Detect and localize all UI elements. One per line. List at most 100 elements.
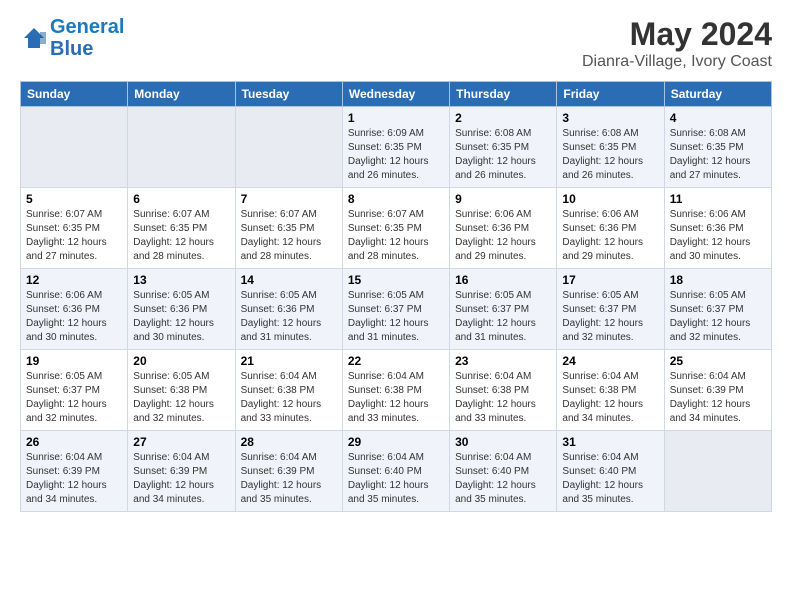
calendar-cell: 6Sunrise: 6:07 AM Sunset: 6:35 PM Daylig… [128, 188, 235, 269]
day-info: Sunrise: 6:06 AM Sunset: 6:36 PM Dayligh… [670, 208, 766, 264]
day-info: Sunrise: 6:04 AM Sunset: 6:39 PM Dayligh… [670, 370, 766, 426]
day-number: 29 [348, 435, 444, 449]
day-number: 17 [562, 273, 658, 287]
calendar-cell: 11 Sunrise: 6:06 AM Sunset: 6:36 PM Dayli… [664, 188, 771, 269]
calendar-cell: 30 Sunrise: 6:04 AM Sunset: 6:40 PM Dayli… [450, 431, 557, 512]
day-info: Sunrise: 6:04 AM Sunset: 6:39 PM Dayligh… [241, 451, 337, 507]
calendar-cell: 24Sunrise: 6:04 AM Sunset: 6:38 PM Dayli… [557, 350, 664, 431]
calendar-cell: 21 Sunrise: 6:04 AM Sunset: 6:38 PM Dayli… [235, 350, 342, 431]
day-number: 30 [455, 435, 551, 449]
day-info: Sunrise: 6:04 AM Sunset: 6:39 PM Dayligh… [26, 451, 122, 507]
day-info: Sunrise: 6:07 AM Sunset: 6:35 PM Dayligh… [241, 208, 337, 264]
calendar-cell: 29 Sunrise: 6:04 AM Sunset: 6:40 PM Dayli… [342, 431, 449, 512]
day-info: Sunrise: 6:09 AM Sunset: 6:35 PM Dayligh… [348, 127, 444, 183]
day-info: Sunrise: 6:06 AM Sunset: 6:36 PM Dayligh… [455, 208, 551, 264]
day-number: 2 [455, 111, 551, 125]
day-number: 3 [562, 111, 658, 125]
day-number: 22 [348, 354, 444, 368]
day-info: Sunrise: 6:04 AM Sunset: 6:40 PM Dayligh… [348, 451, 444, 507]
header-cell-friday: Friday [557, 82, 664, 107]
calendar-cell: 10 Sunrise: 6:06 AM Sunset: 6:36 PM Dayli… [557, 188, 664, 269]
calendar-cell: 26 Sunrise: 6:04 AM Sunset: 6:39 PM Dayli… [21, 431, 128, 512]
day-info: Sunrise: 6:04 AM Sunset: 6:38 PM Dayligh… [455, 370, 551, 426]
calendar-cell: 7Sunrise: 6:07 AM Sunset: 6:35 PM Daylig… [235, 188, 342, 269]
day-number: 16 [455, 273, 551, 287]
day-info: Sunrise: 6:05 AM Sunset: 6:37 PM Dayligh… [26, 370, 122, 426]
header-cell-saturday: Saturday [664, 82, 771, 107]
day-info: Sunrise: 6:05 AM Sunset: 6:37 PM Dayligh… [562, 289, 658, 345]
calendar-cell: 15Sunrise: 6:05 AM Sunset: 6:37 PM Dayli… [342, 269, 449, 350]
week-row-1: 5Sunrise: 6:07 AM Sunset: 6:35 PM Daylig… [21, 188, 772, 269]
calendar-cell: 9 Sunrise: 6:06 AM Sunset: 6:36 PM Daylig… [450, 188, 557, 269]
header-cell-sunday: Sunday [21, 82, 128, 107]
day-info: Sunrise: 6:05 AM Sunset: 6:37 PM Dayligh… [670, 289, 766, 345]
day-info: Sunrise: 6:06 AM Sunset: 6:36 PM Dayligh… [26, 289, 122, 345]
calendar-cell: 19Sunrise: 6:05 AM Sunset: 6:37 PM Dayli… [21, 350, 128, 431]
title-block: May 2024 Dianra-Village, Ivory Coast [582, 16, 772, 71]
day-number: 11 [670, 192, 766, 206]
day-info: Sunrise: 6:04 AM Sunset: 6:39 PM Dayligh… [133, 451, 229, 507]
calendar-cell: 17 Sunrise: 6:05 AM Sunset: 6:37 PM Dayli… [557, 269, 664, 350]
day-number: 4 [670, 111, 766, 125]
day-number: 31 [562, 435, 658, 449]
day-info: Sunrise: 6:05 AM Sunset: 6:38 PM Dayligh… [133, 370, 229, 426]
calendar-cell: 8Sunrise: 6:07 AM Sunset: 6:35 PM Daylig… [342, 188, 449, 269]
header-cell-wednesday: Wednesday [342, 82, 449, 107]
calendar-cell: 28 Sunrise: 6:04 AM Sunset: 6:39 PM Dayli… [235, 431, 342, 512]
logo-line2: Blue [50, 38, 93, 60]
day-number: 26 [26, 435, 122, 449]
header-cell-tuesday: Tuesday [235, 82, 342, 107]
logo-icon [20, 24, 48, 52]
calendar-cell: 16 Sunrise: 6:05 AM Sunset: 6:37 PM Dayli… [450, 269, 557, 350]
day-info: Sunrise: 6:05 AM Sunset: 6:36 PM Dayligh… [241, 289, 337, 345]
week-row-3: 19Sunrise: 6:05 AM Sunset: 6:37 PM Dayli… [21, 350, 772, 431]
week-row-2: 12 Sunrise: 6:06 AM Sunset: 6:36 PM Dayli… [21, 269, 772, 350]
day-info: Sunrise: 6:08 AM Sunset: 6:35 PM Dayligh… [455, 127, 551, 183]
calendar-table: SundayMondayTuesdayWednesdayThursdayFrid… [20, 81, 772, 512]
header: General Blue May 2024 Dianra-Village, Iv… [20, 16, 772, 71]
day-info: Sunrise: 6:08 AM Sunset: 6:35 PM Dayligh… [562, 127, 658, 183]
day-number: 1 [348, 111, 444, 125]
calendar-cell [235, 107, 342, 188]
calendar-cell: 4 Sunrise: 6:08 AM Sunset: 6:35 PM Daylig… [664, 107, 771, 188]
day-info: Sunrise: 6:05 AM Sunset: 6:36 PM Dayligh… [133, 289, 229, 345]
calendar-cell: 25Sunrise: 6:04 AM Sunset: 6:39 PM Dayli… [664, 350, 771, 431]
page: General Blue May 2024 Dianra-Village, Iv… [0, 0, 792, 522]
day-number: 23 [455, 354, 551, 368]
day-number: 21 [241, 354, 337, 368]
day-number: 10 [562, 192, 658, 206]
calendar-cell: 22Sunrise: 6:04 AM Sunset: 6:38 PM Dayli… [342, 350, 449, 431]
calendar-cell [128, 107, 235, 188]
calendar-cell [21, 107, 128, 188]
day-info: Sunrise: 6:06 AM Sunset: 6:36 PM Dayligh… [562, 208, 658, 264]
calendar-cell: 23 Sunrise: 6:04 AM Sunset: 6:38 PM Dayli… [450, 350, 557, 431]
day-number: 12 [26, 273, 122, 287]
day-number: 20 [133, 354, 229, 368]
calendar-cell: 18 Sunrise: 6:05 AM Sunset: 6:37 PM Dayli… [664, 269, 771, 350]
calendar-cell: 31 Sunrise: 6:04 AM Sunset: 6:40 PM Dayli… [557, 431, 664, 512]
calendar-cell: 14 Sunrise: 6:05 AM Sunset: 6:36 PM Dayli… [235, 269, 342, 350]
header-cell-monday: Monday [128, 82, 235, 107]
week-row-0: 1 Sunrise: 6:09 AM Sunset: 6:35 PM Daylig… [21, 107, 772, 188]
header-cell-thursday: Thursday [450, 82, 557, 107]
main-title: May 2024 [582, 16, 772, 53]
day-number: 28 [241, 435, 337, 449]
logo: General Blue [20, 16, 124, 60]
subtitle: Dianra-Village, Ivory Coast [582, 53, 772, 71]
day-info: Sunrise: 6:04 AM Sunset: 6:38 PM Dayligh… [562, 370, 658, 426]
calendar-cell: 12 Sunrise: 6:06 AM Sunset: 6:36 PM Dayli… [21, 269, 128, 350]
day-info: Sunrise: 6:08 AM Sunset: 6:35 PM Dayligh… [670, 127, 766, 183]
day-info: Sunrise: 6:07 AM Sunset: 6:35 PM Dayligh… [348, 208, 444, 264]
calendar-cell: 3 Sunrise: 6:08 AM Sunset: 6:35 PM Daylig… [557, 107, 664, 188]
day-info: Sunrise: 6:04 AM Sunset: 6:38 PM Dayligh… [241, 370, 337, 426]
day-info: Sunrise: 6:04 AM Sunset: 6:40 PM Dayligh… [455, 451, 551, 507]
calendar-cell [664, 431, 771, 512]
day-number: 9 [455, 192, 551, 206]
day-number: 18 [670, 273, 766, 287]
day-info: Sunrise: 6:05 AM Sunset: 6:37 PM Dayligh… [455, 289, 551, 345]
week-row-4: 26 Sunrise: 6:04 AM Sunset: 6:39 PM Dayli… [21, 431, 772, 512]
day-number: 14 [241, 273, 337, 287]
day-number: 13 [133, 273, 229, 287]
day-info: Sunrise: 6:04 AM Sunset: 6:40 PM Dayligh… [562, 451, 658, 507]
logo-text: General Blue [50, 16, 124, 60]
